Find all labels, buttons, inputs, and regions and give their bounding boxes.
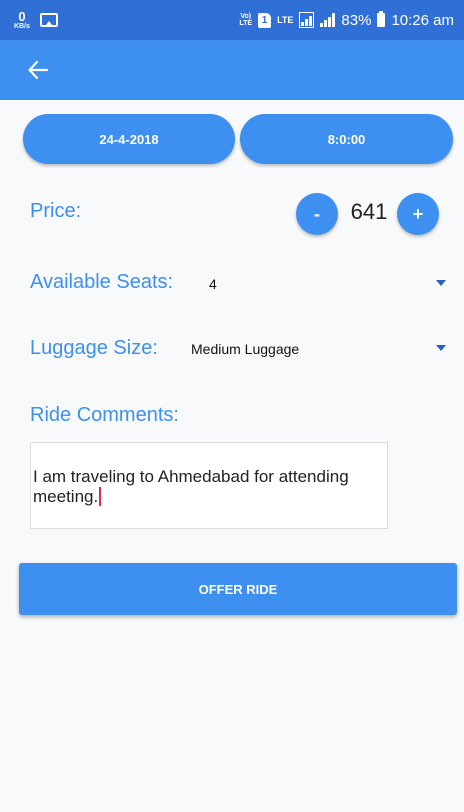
status-bar-right: Vo) LTE 1 LTE 83% 10:26 am (239, 11, 454, 29)
text-cursor (99, 486, 102, 506)
luggage-size-select[interactable]: Medium Luggage (191, 341, 299, 357)
offer-ride-button[interactable]: OFFER RIDE (19, 563, 457, 615)
app-bar (0, 40, 464, 100)
ride-comments-label: Ride Comments: (30, 404, 179, 426)
price-decrement-button[interactable]: - (296, 193, 338, 235)
status-bar-left: 0 KB/s (14, 10, 58, 30)
price-label: Price: (30, 200, 82, 222)
ride-comments-input[interactable]: I am traveling to Ahmedabad for attendin… (30, 442, 388, 529)
arrow-left-icon (28, 61, 48, 79)
signal-strength-icon-1 (299, 12, 315, 28)
luggage-size-label: Luggage Size: (30, 337, 158, 359)
price-increment-button[interactable]: + (397, 193, 439, 235)
battery-percent: 83% (341, 11, 372, 29)
lte-label: LTE (277, 14, 294, 25)
time-picker-button[interactable]: 8:0:00 (240, 114, 453, 164)
network-speed-unit: KB/s (14, 23, 30, 30)
clock: 10:26 am (391, 11, 454, 29)
sim-card-icon: 1 (258, 12, 272, 28)
ride-comments-text: I am traveling to Ahmedabad for attendin… (33, 467, 349, 506)
volte-top-label: Vo) (240, 12, 252, 20)
seats-dropdown-caret-icon[interactable] (436, 280, 446, 286)
price-value: 641 (350, 199, 388, 224)
available-seats-select[interactable]: 4 (209, 276, 217, 292)
signal-strength-icon-2 (320, 13, 336, 27)
gallery-notification-icon (39, 13, 58, 27)
back-button[interactable] (22, 54, 54, 86)
status-bar: 0 KB/s Vo) LTE 1 LTE 83% 10:26 am (0, 0, 464, 40)
network-speed-value: 0 (18, 9, 26, 24)
network-speed: 0 KB/s (14, 10, 30, 30)
luggage-dropdown-caret-icon[interactable] (436, 345, 446, 351)
volte-icon: Vo) LTE (239, 13, 252, 28)
date-picker-button[interactable]: 24-4-2018 (23, 114, 235, 164)
volte-bottom-label: LTE (239, 20, 253, 27)
available-seats-label: Available Seats: (30, 271, 174, 293)
battery-icon (377, 11, 386, 27)
